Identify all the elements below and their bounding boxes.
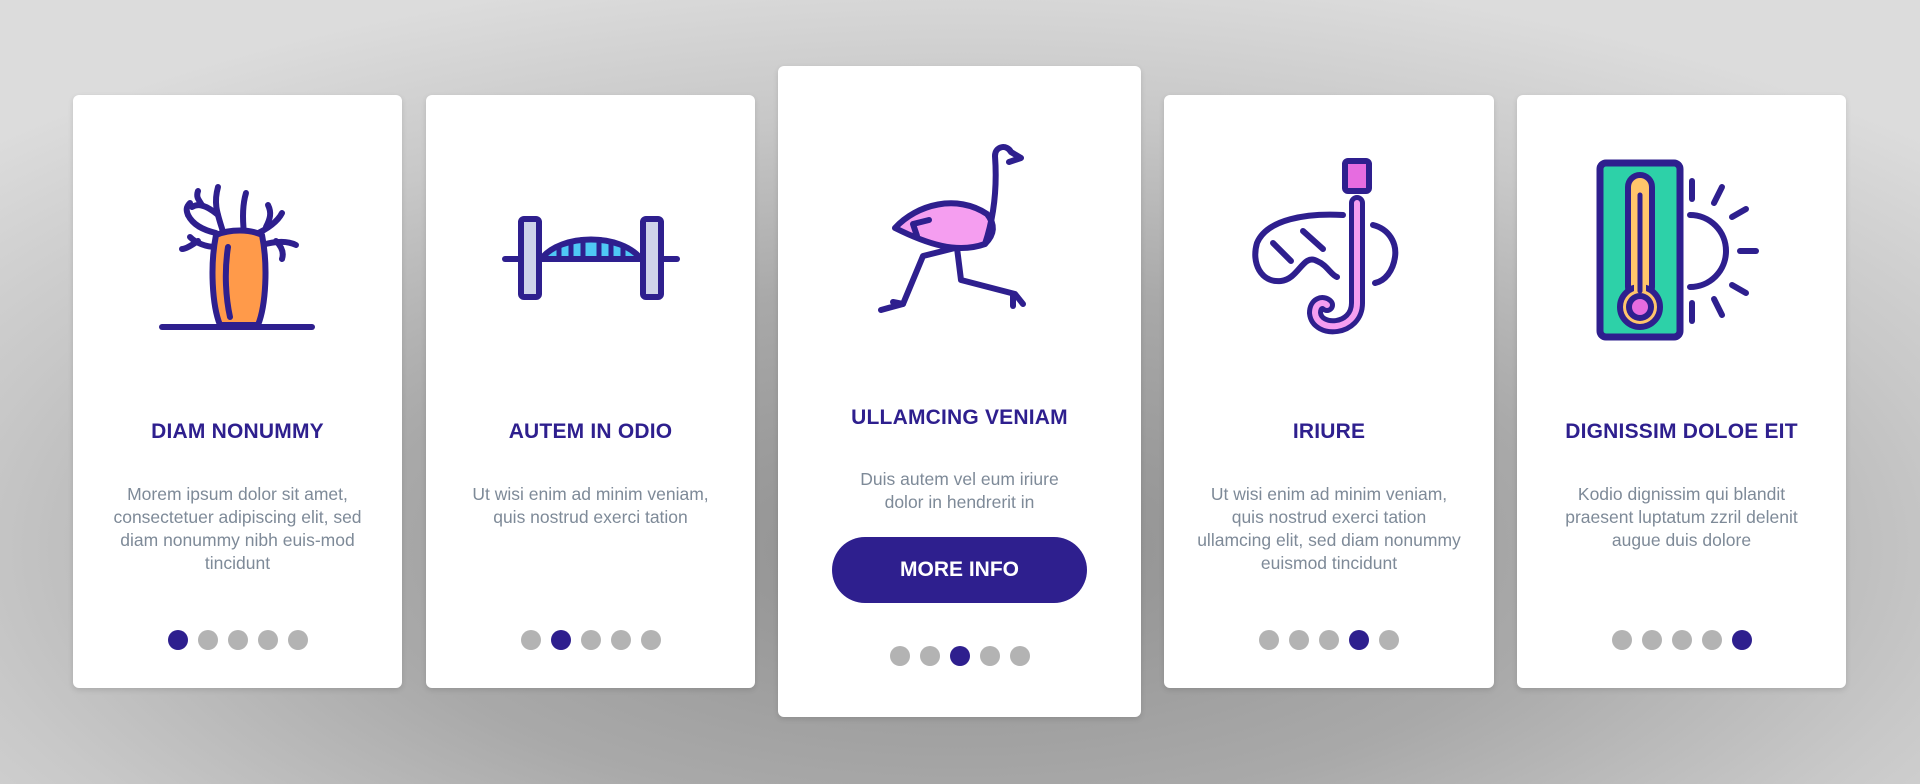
card-title: ULLAMCING VENIAM bbox=[851, 406, 1068, 429]
page-dot-4[interactable] bbox=[1701, 630, 1722, 650]
page-dot-1[interactable] bbox=[167, 630, 188, 650]
card-description: Duis autem vel eum iriure dolor in hendr… bbox=[860, 469, 1059, 512]
onboarding-card-1: DIAM NONUMMY Morem ipsum dolor sit amet,… bbox=[73, 95, 402, 688]
pagination-dots bbox=[1517, 630, 1846, 650]
card-description: Morem ipsum dolor sit amet, consectetuer… bbox=[113, 484, 362, 573]
card-description: Ut wisi enim ad minim veniam, quis nostr… bbox=[472, 484, 709, 527]
baobab-tree-icon bbox=[73, 175, 402, 335]
more-info-button[interactable]: MORE INFO bbox=[832, 537, 1087, 603]
pagination-dots bbox=[1164, 630, 1494, 650]
page-dot-5[interactable] bbox=[1009, 646, 1030, 666]
onboarding-card-3: ULLAMCING VENIAM Duis autem vel eum iriu… bbox=[778, 66, 1141, 717]
card-description: Kodio dignissim qui blandit praesent lup… bbox=[1565, 484, 1798, 550]
page-dot-3[interactable] bbox=[580, 630, 601, 650]
page-dot-1[interactable] bbox=[1259, 630, 1279, 650]
page-dot-3[interactable] bbox=[1319, 630, 1339, 650]
page-dot-5[interactable] bbox=[640, 630, 661, 650]
card-title: AUTEM IN ODIO bbox=[508, 420, 673, 443]
snorkel-mask-icon bbox=[1164, 153, 1494, 343]
page-dot-3[interactable] bbox=[949, 646, 970, 666]
card-title: IRIURE bbox=[1292, 420, 1366, 443]
page-dot-1[interactable] bbox=[1611, 630, 1632, 650]
onboarding-card-4: IRIURE Ut wisi enim ad minim veniam, qui… bbox=[1164, 95, 1494, 688]
page-dot-3[interactable] bbox=[227, 630, 248, 650]
page-dot-4[interactable] bbox=[610, 630, 631, 650]
page-dot-1[interactable] bbox=[520, 630, 541, 650]
page-dot-2[interactable] bbox=[550, 630, 571, 650]
page-dot-4[interactable] bbox=[979, 646, 1000, 666]
page-dot-2[interactable] bbox=[919, 646, 940, 666]
card-description: Ut wisi enim ad minim veniam, quis nostr… bbox=[1197, 484, 1461, 573]
page-dot-5[interactable] bbox=[1379, 630, 1399, 650]
page-dot-1[interactable] bbox=[889, 646, 910, 666]
page-dot-2[interactable] bbox=[197, 630, 218, 650]
page-dot-2[interactable] bbox=[1641, 630, 1662, 650]
thermometer-sun-icon bbox=[1517, 157, 1846, 342]
card-title: DIAM NONUMMY bbox=[151, 420, 324, 443]
ostrich-icon bbox=[778, 144, 1141, 319]
page-dot-3[interactable] bbox=[1671, 630, 1692, 650]
onboarding-card-5: DIGNISSIM DOLOE EIT Kodio dignissim qui … bbox=[1517, 95, 1846, 688]
page-dot-4[interactable] bbox=[1349, 630, 1369, 650]
card-title: DIGNISSIM DOLOE EIT bbox=[1565, 420, 1798, 443]
onboarding-card-2: AUTEM IN ODIO Ut wisi enim ad minim veni… bbox=[426, 95, 755, 688]
arch-bridge-icon bbox=[426, 213, 755, 303]
page-dot-4[interactable] bbox=[257, 630, 278, 650]
page-dot-2[interactable] bbox=[1289, 630, 1309, 650]
pagination-dots bbox=[426, 630, 755, 650]
pagination-dots bbox=[778, 646, 1141, 666]
page-dot-5[interactable] bbox=[287, 630, 308, 650]
page-dot-5[interactable] bbox=[1731, 630, 1752, 650]
pagination-dots bbox=[73, 630, 402, 650]
